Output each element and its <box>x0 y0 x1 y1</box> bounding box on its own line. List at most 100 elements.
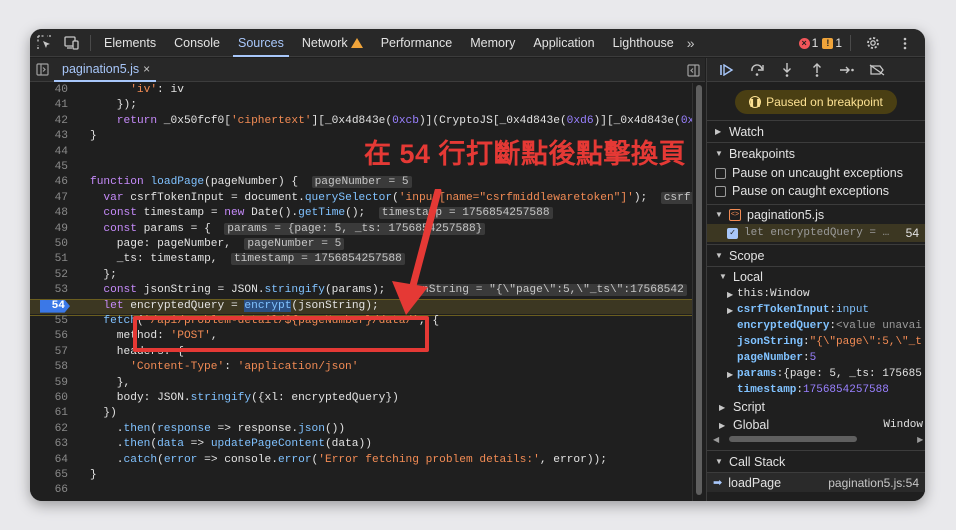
code-line[interactable]: 53 const jsonString = JSON.stringify(para… <box>30 283 692 298</box>
code-line[interactable]: 59}, <box>30 376 692 391</box>
scope-variable[interactable]: jsonString: "{\"page\":5,\"_t <box>707 334 925 350</box>
checkbox[interactable] <box>715 185 726 197</box>
breakpoints-section[interactable]: ▼ Breakpoints <box>707 142 925 164</box>
call-stack-section[interactable]: ▼ Call Stack <box>707 450 925 472</box>
code-line[interactable]: 52}; <box>30 268 692 283</box>
breakpoint-entry[interactable]: ✓ let encryptedQuery = … 54 <box>707 224 925 242</box>
deactivate-breakpoints-icon[interactable] <box>863 58 891 82</box>
line-number[interactable]: 63 <box>30 437 68 452</box>
checkbox[interactable]: ✓ <box>727 227 738 239</box>
breakpoint-file[interactable]: ▼ <> pagination5.js <box>707 204 925 224</box>
code-line[interactable]: 64 .catch(error => console.error('Error f… <box>30 453 692 468</box>
scope-variable[interactable]: timestamp: 1756854257588 <box>707 382 925 398</box>
line-number[interactable]: 61 <box>30 406 68 421</box>
line-number[interactable]: 59 <box>30 376 68 391</box>
gear-icon[interactable] <box>859 29 887 57</box>
line-number[interactable]: 42 <box>30 114 68 129</box>
step-over-icon[interactable] <box>743 58 771 82</box>
line-number[interactable]: 53 <box>30 283 68 298</box>
scope-local[interactable]: ▼ Local <box>707 266 925 286</box>
line-number[interactable]: 46 <box>30 175 68 190</box>
code-line[interactable]: 58 'Content-Type': 'application/json' <box>30 360 692 375</box>
step-out-icon[interactable] <box>803 58 831 82</box>
code-line[interactable]: 49 const params = { params = {page: 5, _t… <box>30 222 692 237</box>
line-number[interactable]: 40 <box>30 83 68 98</box>
code-line[interactable]: 40 'iv': iv <box>30 83 692 98</box>
debugger-toggle-icon[interactable] <box>681 58 705 82</box>
step-icon[interactable] <box>833 58 861 82</box>
pause-caught-checkbox[interactable]: Pause on caught exceptions <box>707 182 925 200</box>
line-number[interactable]: 52 <box>30 268 68 283</box>
more-tabs-icon[interactable]: » <box>683 35 699 51</box>
line-number[interactable]: 55 <box>30 314 68 329</box>
code-line[interactable]: 50 page: pageNumber, pageNumber = 5 <box>30 237 692 252</box>
checkbox[interactable] <box>715 167 726 179</box>
tab-lighthouse[interactable]: Lighthouse <box>604 29 683 57</box>
scrollbar-thumb[interactable] <box>696 85 702 495</box>
scroll-track[interactable] <box>723 436 913 442</box>
inspect-element-icon[interactable] <box>30 29 58 57</box>
warning-badge[interactable]: ! 1 <box>822 36 842 50</box>
code-line[interactable]: 54 let encryptedQuery = encrypt(jsonStrin… <box>30 298 692 317</box>
tab-console[interactable]: Console <box>165 29 229 57</box>
frame-location[interactable]: pagination5.js:54 <box>828 476 919 490</box>
code-line[interactable]: 51 _ts: timestamp, timestamp = 1756854257… <box>30 252 692 267</box>
line-number[interactable]: 51 <box>30 252 68 267</box>
code-line[interactable]: 63 .then(data => updatePageContent(data)) <box>30 437 692 452</box>
line-number[interactable]: 48 <box>30 206 68 221</box>
scope-variable[interactable]: ▶ csrfTokenInput: input <box>707 302 925 318</box>
code-line[interactable]: 41}); <box>30 98 692 113</box>
tab-performance[interactable]: Performance <box>372 29 462 57</box>
kebab-menu-icon[interactable] <box>891 29 919 57</box>
scope-variable[interactable]: ▶ this: Window <box>707 286 925 302</box>
line-number[interactable]: 45 <box>30 160 68 175</box>
line-number[interactable]: 41 <box>30 98 68 113</box>
line-number[interactable]: 62 <box>30 422 68 437</box>
line-number[interactable]: 50 <box>30 237 68 252</box>
code-line[interactable]: 66 <box>30 483 692 498</box>
scope-hscrollbar[interactable]: ◀ ▶ <box>707 434 925 444</box>
code-line[interactable]: 42 return _0x50fcf0['ciphertext'][_0x4d84… <box>30 114 692 129</box>
scope-script[interactable]: ▶ Script <box>707 398 925 416</box>
line-number[interactable]: 66 <box>30 483 68 498</box>
pause-uncaught-checkbox[interactable]: Pause on uncaught exceptions <box>707 164 925 182</box>
file-tab-pagination5[interactable]: pagination5.js × <box>54 58 157 82</box>
code-line[interactable]: 62 .then(response => response.json()) <box>30 422 692 437</box>
code-line[interactable]: 60 body: JSON.stringify({xl: encryptedQue… <box>30 391 692 406</box>
close-icon[interactable]: × <box>143 62 150 76</box>
tab-sources[interactable]: Sources <box>229 29 293 57</box>
line-number[interactable]: 56 <box>30 329 68 344</box>
scroll-left-icon[interactable]: ◀ <box>713 435 719 444</box>
line-number[interactable]: 47 <box>30 191 68 206</box>
code-line[interactable]: 61}) <box>30 406 692 421</box>
watch-section[interactable]: ▶ Watch <box>707 120 925 142</box>
tab-memory[interactable]: Memory <box>461 29 524 57</box>
chevron-right-icon[interactable]: ▶ <box>727 370 737 379</box>
chevron-right-icon[interactable]: ▶ <box>727 306 737 315</box>
device-toolbar-icon[interactable] <box>58 29 86 57</box>
chevron-right-icon[interactable]: ▶ <box>727 290 737 299</box>
scope-variable[interactable]: encryptedQuery: <value unavai <box>707 318 925 334</box>
line-number[interactable]: 44 <box>30 145 68 160</box>
line-number[interactable]: 43 <box>30 129 68 144</box>
line-number[interactable]: 57 <box>30 345 68 360</box>
resume-icon[interactable] <box>713 58 741 82</box>
editor-scrollbar[interactable] <box>692 83 704 501</box>
line-number[interactable]: 64 <box>30 453 68 468</box>
scope-variable[interactable]: pageNumber: 5 <box>707 350 925 366</box>
step-into-icon[interactable] <box>773 58 801 82</box>
scope-section[interactable]: ▼ Scope <box>707 244 925 266</box>
breakpoint-line-number[interactable]: 54 <box>40 299 70 313</box>
tab-application[interactable]: Application <box>524 29 603 57</box>
scope-variable[interactable]: ▶ params: {page: 5, _ts: 175685 <box>707 366 925 382</box>
scrollbar-thumb[interactable] <box>729 436 858 442</box>
code-line[interactable]: 46 function loadPage(pageNumber) { pageNu… <box>30 175 692 190</box>
code-line[interactable]: 65} <box>30 468 692 483</box>
tab-network[interactable]: Network <box>293 29 372 57</box>
line-number[interactable]: 58 <box>30 360 68 375</box>
code-line[interactable]: 48 const timestamp = new Date().getTime()… <box>30 206 692 221</box>
tab-elements[interactable]: Elements <box>95 29 165 57</box>
code-line[interactable]: 47 var csrfTokenInput = document.querySel… <box>30 191 692 206</box>
navigator-toggle-icon[interactable] <box>30 58 54 82</box>
scope-global[interactable]: ▶ Global Window <box>707 416 925 434</box>
